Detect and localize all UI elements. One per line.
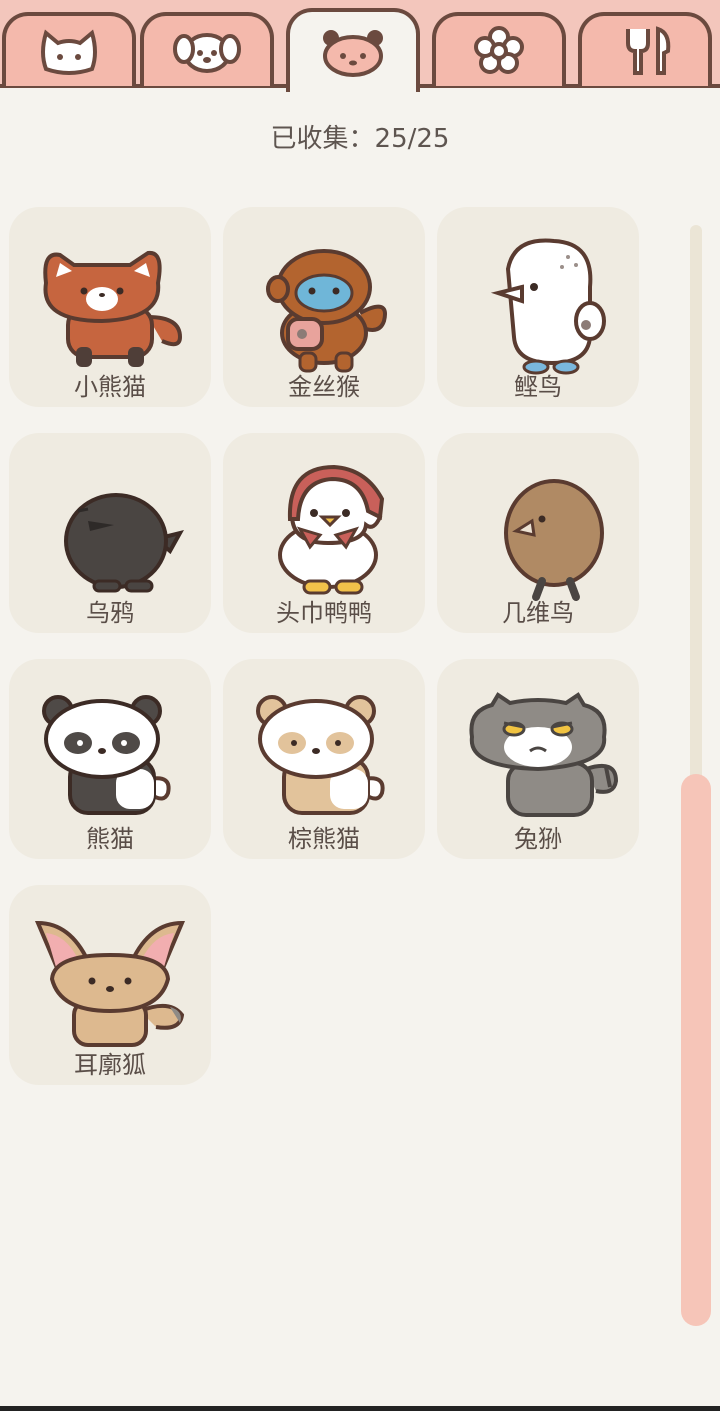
animal-card[interactable]: 鲣鸟: [437, 207, 639, 407]
animal-name: 兔狲: [514, 825, 562, 853]
tab-cats[interactable]: [2, 12, 136, 86]
panda-icon: [42, 695, 171, 815]
animal-name: 金丝猴: [288, 373, 360, 401]
category-tab-bar: [0, 0, 720, 92]
animal-name: 乌鸦: [86, 599, 134, 627]
animal-card[interactable]: 几维鸟: [437, 433, 639, 633]
animal-name: 头巾鸭鸭: [276, 599, 372, 627]
cat-icon: [41, 29, 97, 75]
animal-card[interactable]: 兔狲: [437, 659, 639, 859]
animal-card[interactable]: 乌鸦: [9, 433, 211, 633]
animal-name: 棕熊猫: [288, 825, 360, 853]
collection-counter: 已收集：25/25: [270, 124, 450, 154]
animal-name: 几维鸟: [502, 599, 574, 627]
animal-card[interactable]: 金丝猴: [223, 207, 425, 407]
fennec-fox-icon: [34, 920, 186, 1047]
animal-card[interactable]: 棕熊猫: [223, 659, 425, 859]
animal-card[interactable]: 头巾鸭鸭: [223, 433, 425, 633]
crow-icon: [64, 493, 184, 593]
headscarf-duck-icon: [278, 464, 385, 595]
animal-card[interactable]: 小熊猫: [9, 207, 211, 407]
booby-bird-icon: [490, 238, 606, 375]
tab-dogs[interactable]: [140, 12, 274, 86]
flower-icon: [474, 26, 524, 74]
dog-icon: [173, 33, 241, 73]
utensils-icon: [626, 26, 671, 75]
panda-icon: [323, 30, 383, 77]
brown-panda-icon: [256, 695, 385, 815]
tab-plants[interactable]: [432, 12, 566, 86]
animal-name: 小熊猫: [74, 373, 146, 401]
tab-special[interactable]: [286, 8, 420, 92]
scrollbar-thumb[interactable]: [681, 774, 711, 1326]
pallas-cat-icon: [469, 692, 618, 817]
red-panda-icon: [43, 250, 183, 367]
animal-name: 耳廓狐: [74, 1051, 146, 1079]
kiwi-bird-icon: [504, 479, 604, 601]
animal-card[interactable]: 耳廓狐: [9, 885, 211, 1085]
bottom-edge: [0, 1406, 720, 1411]
tab-food[interactable]: [578, 12, 712, 86]
golden-monkey-icon: [266, 249, 387, 373]
animal-name: 鲣鸟: [514, 373, 562, 401]
animal-name: 熊猫: [86, 825, 134, 853]
animal-card[interactable]: 熊猫: [9, 659, 211, 859]
